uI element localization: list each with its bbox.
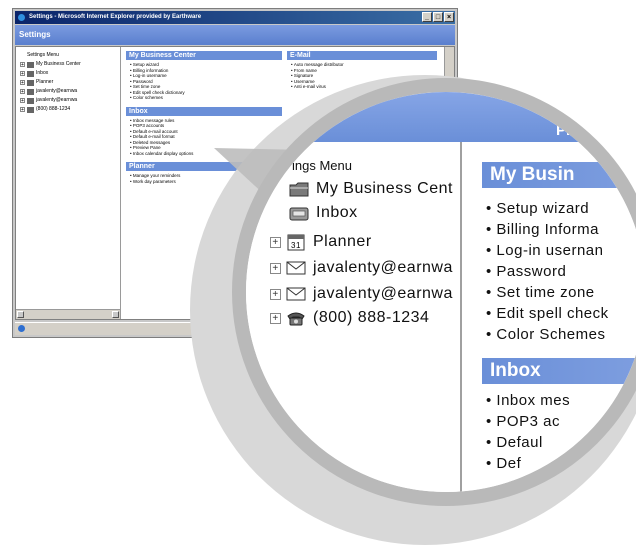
tree-item-label: Inbox: [36, 70, 49, 76]
zoomed-inbox-link[interactable]: Defaul: [486, 432, 570, 453]
tree-horizontal-scrollbar[interactable]: [16, 309, 120, 319]
calendar-icon: 31: [285, 233, 307, 251]
tree-item-my-business-center[interactable]: + My Business Center: [16, 60, 120, 69]
zoomed-panels: My Busin Setup wizard Billing Informa Lo…: [462, 142, 636, 492]
minimize-button[interactable]: _: [422, 12, 432, 22]
tree-item-inbox[interactable]: + Inbox: [16, 69, 120, 78]
zoomed-business-list: Setup wizard Billing Informa Log-in user…: [486, 198, 609, 345]
zoomed-tree-label: javalenty@earnwa: [313, 259, 453, 276]
phone-icon: [285, 309, 307, 327]
maximize-button[interactable]: □: [433, 12, 443, 22]
zoomed-inbox-heading: Inbox: [482, 358, 636, 384]
zoomed-settings-bar: Ph: [246, 92, 636, 142]
zoomed-tree-item-business[interactable]: My Business Cent: [288, 178, 453, 200]
expand-icon[interactable]: +: [20, 98, 25, 104]
expand-icon[interactable]: +: [20, 71, 25, 77]
tree-item-label: (800) 888-1234: [36, 106, 71, 112]
email-heading: E-Mail: [287, 51, 437, 60]
expand-icon[interactable]: +: [270, 312, 281, 324]
zoomed-inbox-link[interactable]: POP3 ac: [486, 411, 570, 432]
zoomed-ph-fragment: Ph: [556, 122, 576, 139]
scroll-left-icon[interactable]: [17, 311, 24, 318]
window-title: Settings - Microsoft Internet Explorer p…: [29, 14, 202, 20]
zoomed-tree-label: Planner: [313, 233, 372, 250]
window-titlebar: Settings - Microsoft Internet Explorer p…: [15, 11, 455, 24]
zoomed-business-link[interactable]: Color Schemes: [486, 324, 609, 345]
magnifier-lens: Ph ings Menu My Business Cent Inbox + 31…: [232, 78, 636, 506]
zoomed-business-link[interactable]: Set time zone: [486, 282, 609, 303]
tree-root-label: Settings Menu: [27, 52, 59, 58]
settings-header: Settings: [15, 25, 455, 45]
expand-icon[interactable]: +: [270, 288, 281, 300]
tree-item-email-1[interactable]: + javalenty@earnwa: [16, 87, 120, 96]
zoomed-tree-label: (800) 888-1234: [313, 309, 430, 326]
phone-icon: [27, 106, 34, 113]
zoomed-tree-item-planner[interactable]: + 31 Planner: [270, 231, 372, 253]
tree-item-label: javalenty@earnwa: [36, 97, 78, 103]
zoomed-business-link[interactable]: Password: [486, 261, 609, 282]
zoomed-tree-label: My Business Cent: [316, 180, 453, 197]
business-center-heading: My Business Center: [126, 51, 282, 60]
zoomed-tree-item-email-2[interactable]: + javalenty@earnwa: [270, 283, 453, 305]
tree-item-label: My Business Center: [36, 61, 81, 67]
zoomed-business-link[interactable]: Log-in usernan: [486, 240, 609, 261]
tree-root[interactable]: Settings Menu: [16, 51, 120, 60]
zoomed-tree-item-phone[interactable]: + (800) 888-1234: [270, 307, 429, 329]
mail-icon: [27, 97, 34, 104]
close-button[interactable]: ×: [444, 12, 454, 22]
ie-status-icon: [18, 325, 25, 332]
mail-icon: [285, 285, 307, 303]
expand-icon[interactable]: +: [20, 62, 25, 68]
folder-icon: [27, 61, 34, 68]
expand-icon[interactable]: +: [270, 236, 281, 248]
expand-icon[interactable]: +: [20, 107, 25, 113]
calendar-icon: [27, 79, 34, 86]
zoomed-business-heading: My Busin: [482, 162, 636, 188]
zoomed-business-link[interactable]: Setup wizard: [486, 198, 609, 219]
settings-tree: Settings Menu + My Business Center + Inb…: [16, 47, 121, 319]
zoomed-tree-item-inbox[interactable]: Inbox: [288, 202, 358, 224]
expand-icon[interactable]: +: [20, 89, 25, 95]
inbox-icon: [288, 204, 310, 222]
zoomed-settings-menu-label: ings Menu: [292, 158, 352, 173]
zoomed-inbox-list: Inbox mes POP3 ac Defaul Def: [486, 390, 570, 474]
tree-item-planner[interactable]: + Planner: [16, 78, 120, 87]
tree-item-label: javalenty@earnwa: [36, 88, 78, 94]
zoomed-inbox-link[interactable]: Def: [486, 453, 570, 474]
zoomed-business-link[interactable]: Billing Informa: [486, 219, 609, 240]
expand-icon[interactable]: +: [270, 262, 281, 274]
zoomed-tree-label: javalenty@earnwa: [313, 285, 453, 302]
zoomed-tree-label: Inbox: [316, 204, 358, 221]
zoomed-tree-item-email-1[interactable]: + javalenty@earnwa: [270, 257, 453, 279]
mail-icon: [285, 259, 307, 277]
zoomed-inbox-link[interactable]: Inbox mes: [486, 390, 570, 411]
inbox-icon: [27, 70, 34, 77]
tree-item-phone[interactable]: + (800) 888-1234: [16, 105, 120, 114]
scroll-right-icon[interactable]: [112, 311, 119, 318]
mail-icon: [27, 88, 34, 95]
expand-icon[interactable]: +: [20, 80, 25, 86]
tree-item-email-2[interactable]: + javalenty@earnwa: [16, 96, 120, 105]
svg-text:31: 31: [291, 241, 301, 250]
folder-icon: [288, 180, 310, 198]
zoomed-business-link[interactable]: Edit spell check: [486, 303, 609, 324]
tree-item-label: Planner: [36, 79, 54, 85]
ie-logo-icon: [18, 14, 25, 21]
